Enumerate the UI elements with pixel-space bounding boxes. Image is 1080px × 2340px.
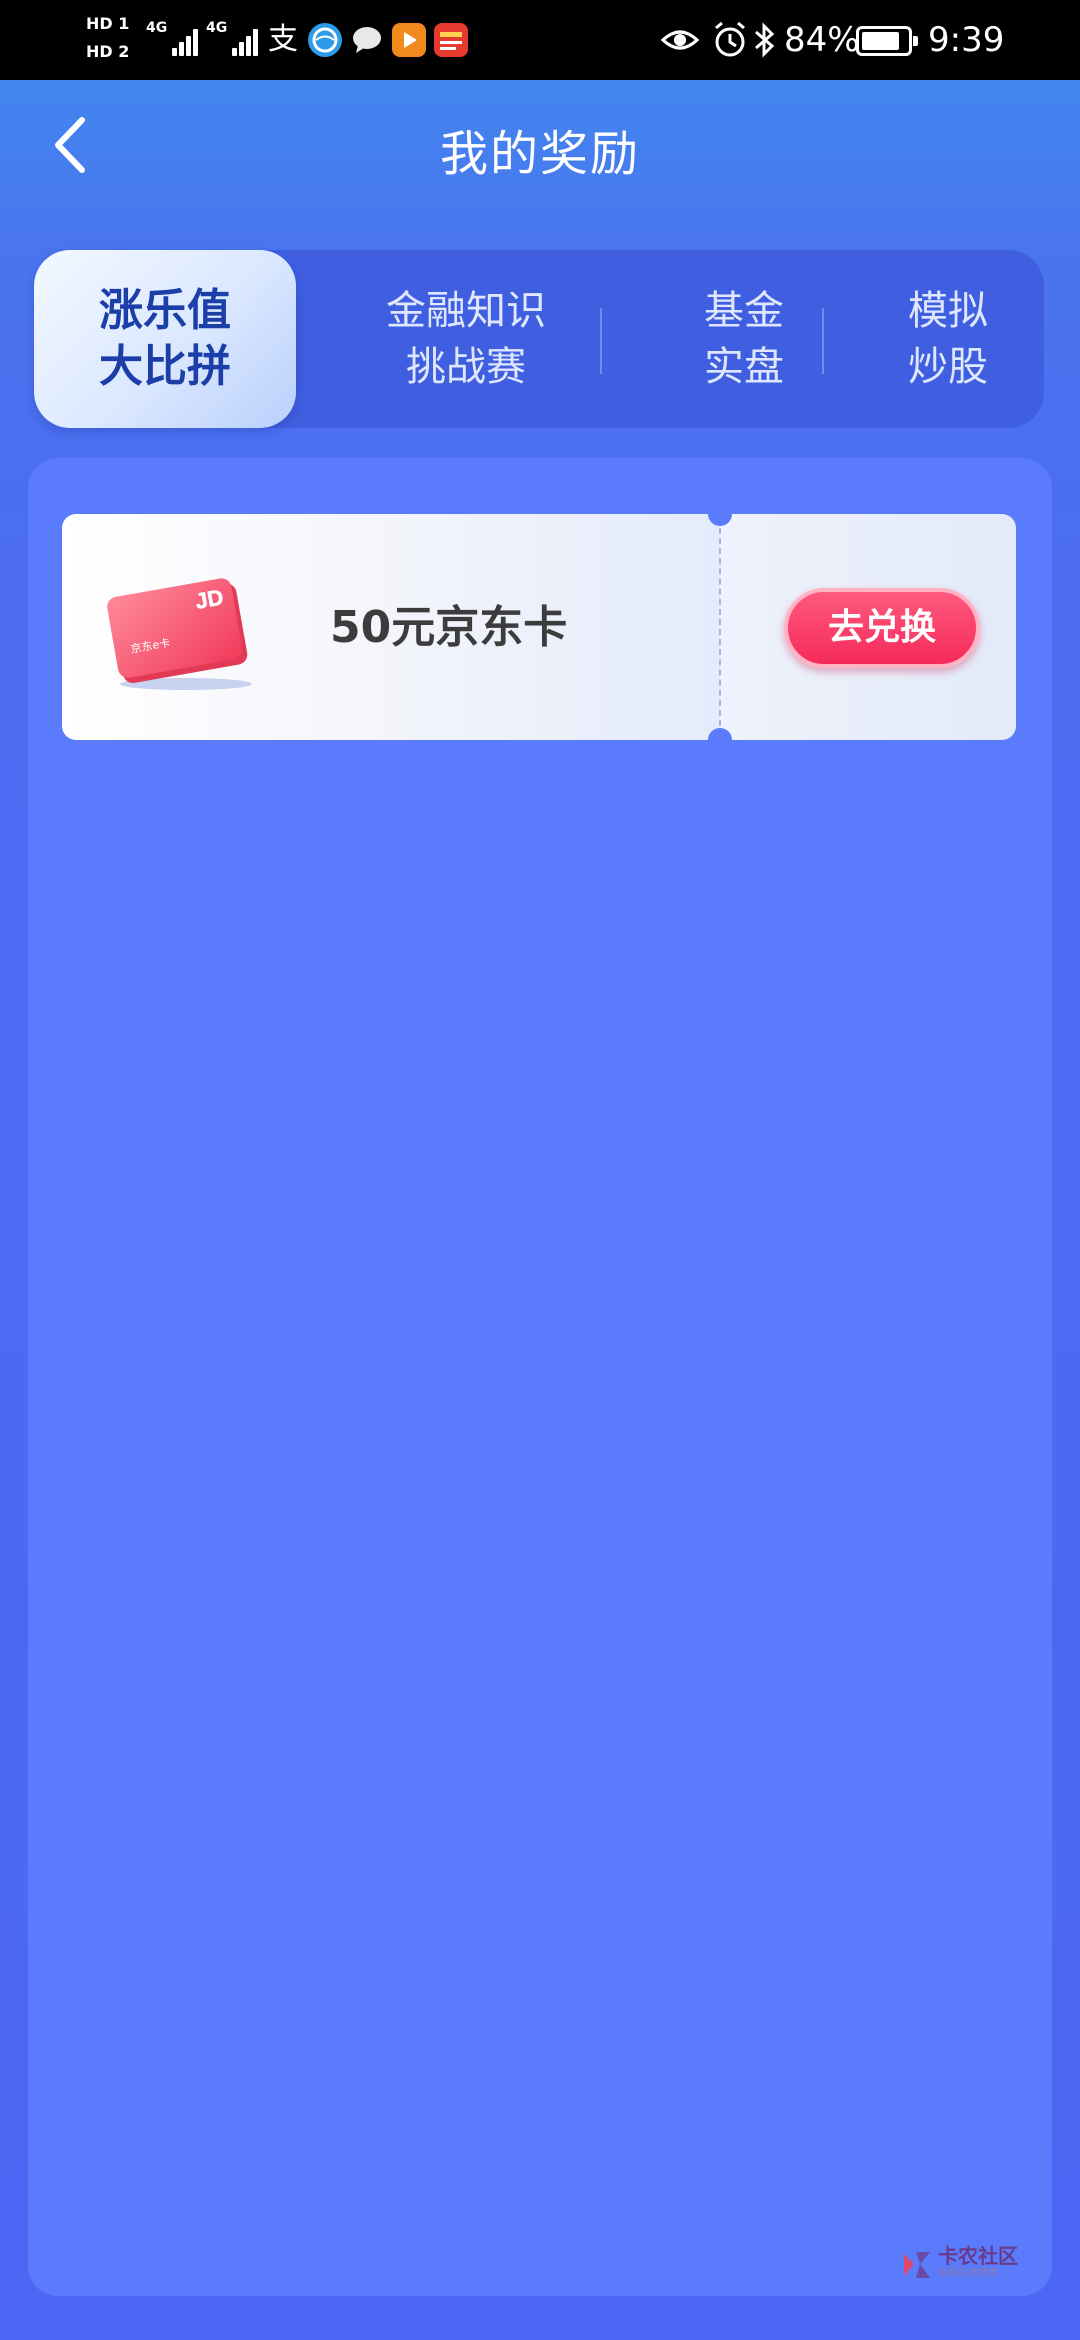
tab-label-line1: 模拟 — [908, 288, 988, 334]
tab-label-line2: 大比拼 — [99, 341, 231, 392]
battery-percent: 84% — [784, 20, 860, 60]
alarm-icon — [712, 20, 748, 69]
tab-divider — [600, 308, 602, 374]
page-header: 我的奖励 — [0, 80, 1080, 210]
video-icon — [392, 23, 426, 57]
tab-label-line1: 金融知识 — [386, 288, 546, 334]
battery-level — [862, 32, 899, 50]
reward-ticket: JD 京东e卡 50元京东卡 去兑换 — [62, 502, 1016, 752]
tab-label-line2: 实盘 — [704, 344, 784, 390]
network-type-1: 4G — [146, 20, 168, 36]
tab-finance-challenge[interactable]: 金融知识 挑战赛 — [296, 250, 636, 428]
clock: 9:39 — [928, 20, 1005, 60]
watermark-text: 卡农社区 — [938, 2244, 1018, 2268]
eye-icon — [660, 20, 700, 69]
ticket-notch-top — [708, 502, 732, 526]
browser-icon — [308, 23, 342, 57]
status-bar: HD 1 HD 2 4G 4G 支 84% 9:39 — [0, 0, 1080, 80]
tab-simulated-trading[interactable]: 模拟 炒股 — [852, 250, 1044, 428]
tab-divider — [822, 308, 824, 374]
ticket-notch-bottom — [708, 728, 732, 752]
reward-category-tabs: 涨乐值 大比拼 金融知识 挑战赛 基金 实盘 模拟 炒股 — [34, 250, 1044, 428]
redeem-button[interactable]: 去兑换 — [784, 588, 980, 668]
page-title: 我的奖励 — [439, 126, 640, 182]
card-brand: JD — [193, 584, 225, 614]
tab-label-line2: 挑战赛 — [406, 344, 526, 390]
sim2-label: HD 2 — [86, 42, 130, 61]
alipay-icon: 支 — [268, 22, 298, 57]
knong-logo-icon — [904, 2252, 930, 2278]
rewards-panel: JD 京东e卡 50元京东卡 去兑换 — [28, 458, 1052, 2296]
news-icon — [434, 23, 468, 57]
bluetooth-icon — [752, 20, 778, 69]
reward-name: 50元京东卡 — [330, 602, 568, 653]
watermark: 卡农社区 金融在线教育 — [900, 2244, 1030, 2284]
signal-1-icon: 4G — [146, 20, 204, 56]
watermark-subtext: 金融在线教育 — [938, 2268, 998, 2279]
network-type-2: 4G — [206, 20, 228, 36]
message-icon — [350, 23, 384, 57]
ticket-perforation — [719, 528, 721, 726]
tab-label-line1: 涨乐值 — [99, 285, 231, 336]
tab-fund-live[interactable]: 基金 实盘 — [636, 250, 852, 428]
tab-label-line2: 炒股 — [908, 344, 988, 390]
sim-indicator: HD 1 HD 2 — [86, 10, 136, 70]
tab-zhangle-contest[interactable]: 涨乐值 大比拼 — [34, 250, 296, 428]
sim1-label: HD 1 — [86, 14, 130, 33]
battery-icon — [856, 26, 918, 56]
jd-gift-card-icon: JD 京东e卡 — [107, 578, 252, 690]
tab-label-line1: 基金 — [704, 288, 784, 334]
signal-2-icon: 4G — [206, 20, 264, 56]
